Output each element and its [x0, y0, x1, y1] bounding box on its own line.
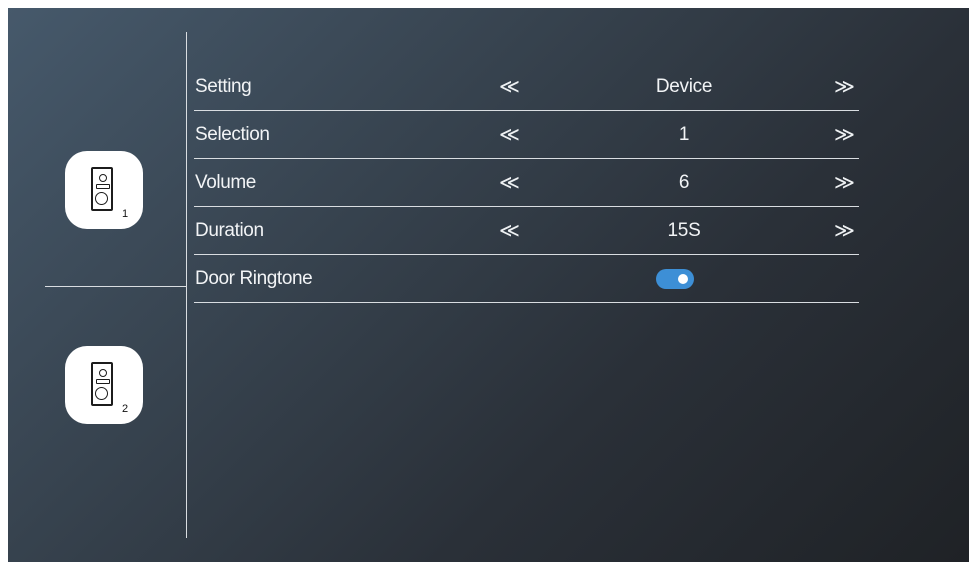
selection-row: Selection ≪ 1 ≫: [194, 111, 859, 159]
next-arrow-icon[interactable]: ≫: [834, 74, 855, 99]
prev-arrow-icon[interactable]: ≪: [499, 170, 520, 195]
duration-row: Duration ≪ 15S ≫: [194, 207, 859, 255]
prev-arrow-icon[interactable]: ≪: [499, 218, 520, 243]
device-button-2[interactable]: 2: [65, 346, 143, 424]
doorbell-icon: [91, 167, 113, 211]
selection-label: Selection: [195, 124, 270, 145]
device-button-1[interactable]: 1: [65, 151, 143, 229]
duration-value: 15S: [667, 220, 701, 241]
volume-row: Volume ≪ 6 ≫: [194, 159, 859, 207]
duration-label: Duration: [195, 220, 264, 241]
selection-value: 1: [678, 124, 690, 145]
toggle-knob: [678, 274, 688, 284]
setting-row: Setting ≪ Device ≫: [194, 63, 859, 111]
doorbell-icon: [91, 362, 113, 406]
door-ringtone-toggle[interactable]: [656, 269, 694, 289]
volume-label: Volume: [195, 172, 256, 193]
settings-screen: 1 2 Setting ≪ Device ≫ Selection ≪ 1 ≫ V…: [8, 8, 969, 562]
next-arrow-icon[interactable]: ≫: [834, 218, 855, 243]
next-arrow-icon[interactable]: ≫: [834, 122, 855, 147]
door-ringtone-row: Door Ringtone: [194, 255, 859, 303]
setting-label: Setting: [195, 76, 252, 97]
prev-arrow-icon[interactable]: ≪: [499, 122, 520, 147]
device-divider: [45, 286, 186, 287]
setting-value: Device: [655, 76, 713, 97]
device-number: 1: [122, 208, 129, 220]
prev-arrow-icon[interactable]: ≪: [499, 74, 520, 99]
volume-value: 6: [678, 172, 690, 193]
door-ringtone-label: Door Ringtone: [195, 268, 313, 289]
vertical-divider: [186, 32, 187, 538]
device-number: 2: [122, 403, 129, 415]
next-arrow-icon[interactable]: ≫: [834, 170, 855, 195]
